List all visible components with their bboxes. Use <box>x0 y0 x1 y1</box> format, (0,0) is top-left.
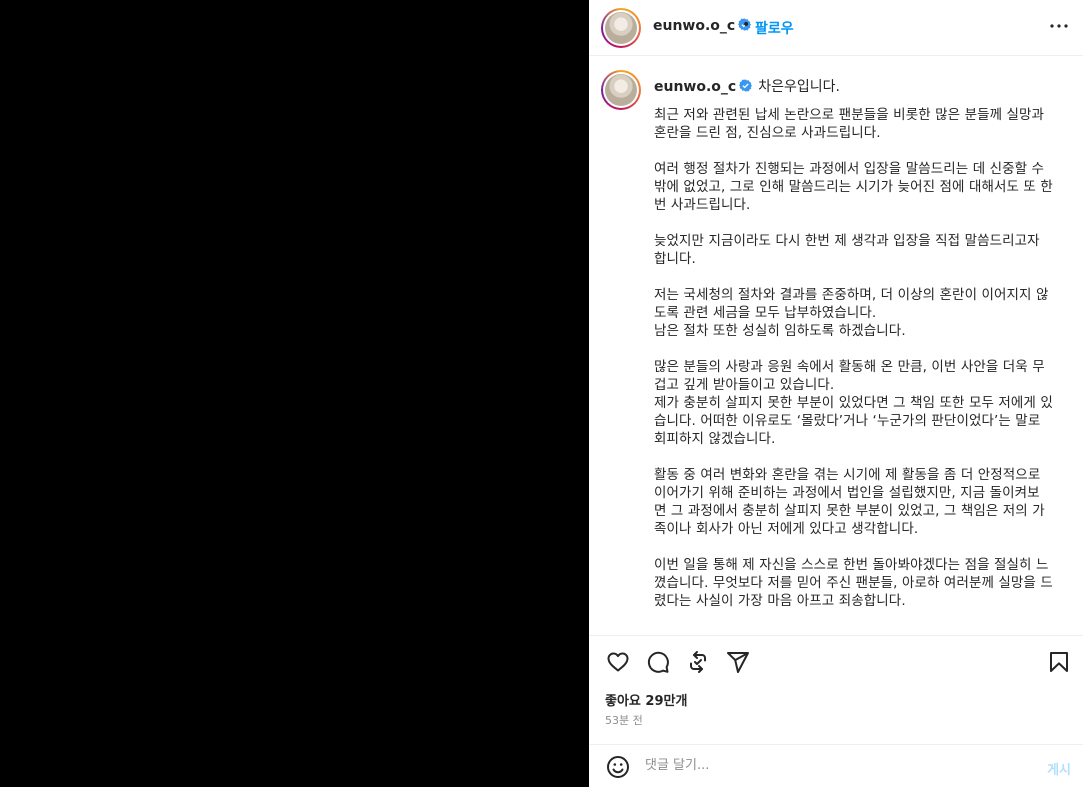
caption-text: 최근 저와 관련된 납세 논란으로 팬분들을 비롯한 많은 분들께 실망과 혼란… <box>654 107 1053 609</box>
post-timestamp[interactable]: 53분 전 <box>605 712 643 728</box>
like-count[interactable]: 좋아요 29만개 <box>605 690 687 709</box>
post-media-area[interactable] <box>0 0 589 787</box>
heart-icon[interactable] <box>606 650 630 674</box>
header-username[interactable]: eunwo.o_c <box>653 18 752 34</box>
avatar[interactable] <box>601 8 641 48</box>
action-bar <box>589 636 1083 686</box>
post-side-panel: eunwo.o_c • 팔로우 eunwo.o_c 차은우입니다. 최근 저와 관… <box>589 0 1083 787</box>
comment-input[interactable] <box>645 758 1015 773</box>
caption-header: eunwo.o_c 차은우입니다. <box>654 76 840 96</box>
caption-avatar[interactable] <box>601 70 641 110</box>
repost-icon[interactable] <box>686 650 710 674</box>
bookmark-icon[interactable] <box>1047 650 1071 674</box>
more-options-icon[interactable] <box>1047 14 1071 38</box>
comment-icon[interactable] <box>646 650 670 674</box>
post-comment-button[interactable]: 게시 <box>1047 759 1071 778</box>
caption-first-line: 차은우입니다. <box>758 79 840 95</box>
comment-bar: 게시 <box>589 744 1083 787</box>
post-header: eunwo.o_c • 팔로우 <box>589 0 1083 56</box>
header-separator: • <box>742 17 751 33</box>
emoji-icon[interactable] <box>606 755 630 779</box>
caption-username[interactable]: eunwo.o_c <box>654 79 753 95</box>
verified-badge-icon <box>739 79 753 92</box>
caption-section[interactable]: eunwo.o_c 차은우입니다. 최근 저와 관련된 납세 논란으로 팬분들을 … <box>589 56 1083 636</box>
follow-button[interactable]: 팔로우 <box>755 18 794 38</box>
share-icon[interactable] <box>726 650 750 674</box>
